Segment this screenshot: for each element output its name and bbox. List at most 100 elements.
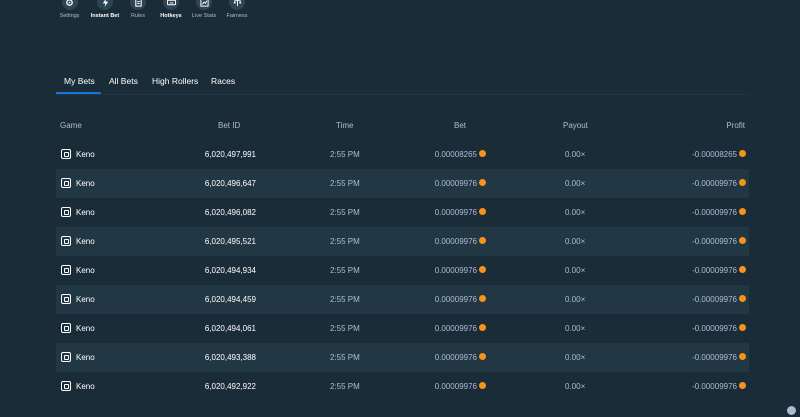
profit-cell: -0.00009976	[692, 266, 746, 275]
table-row[interactable]: Keno 6,020,496,082 2:55 PM 0.00009976 0.00× -…	[56, 198, 749, 227]
rules-icon	[130, 0, 146, 10]
game-cell[interactable]: Keno	[76, 237, 95, 246]
tab-races[interactable]: Races	[211, 76, 235, 86]
btc-coin-icon	[739, 179, 746, 187]
bet-id-cell[interactable]: 6,020,494,061	[205, 324, 256, 333]
keno-icon	[61, 381, 71, 391]
keno-icon	[61, 294, 71, 304]
btc-coin-icon	[739, 382, 746, 390]
time-cell: 2:55 PM	[330, 150, 360, 159]
bet-cell: 0.00009976	[435, 237, 486, 246]
table-row[interactable]: Keno 6,020,494,061 2:55 PM 0.00009976 0.00× -…	[56, 314, 749, 343]
bet-cell: 0.00009976	[435, 324, 486, 333]
btc-coin-icon	[479, 324, 486, 332]
bet-cell: 0.00008265	[435, 150, 486, 159]
btc-coin-icon	[739, 295, 746, 303]
payout-cell: 0.00×	[565, 237, 586, 246]
btc-coin-icon	[739, 324, 746, 332]
table-row[interactable]: Keno 6,020,492,922 2:55 PM 0.00009976 0.00× -…	[56, 372, 749, 401]
bet-amount: 0.00009976	[434, 237, 477, 246]
bet-cell: 0.00009976	[435, 382, 486, 391]
table-row[interactable]: Keno 6,020,493,388 2:55 PM 0.00009976 0.00× -…	[56, 343, 749, 372]
profit-amount: -0.00009976	[692, 295, 737, 304]
btc-coin-icon	[479, 150, 486, 158]
bet-id-cell[interactable]: 6,020,495,521	[205, 237, 256, 246]
bet-amount: 0.00009976	[434, 266, 477, 275]
bet-id-cell[interactable]: 6,020,492,922	[205, 382, 256, 391]
bet-id-cell[interactable]: 6,020,494,459	[205, 295, 256, 304]
fairness-button[interactable]: Fairness	[221, 0, 253, 19]
keno-icon	[61, 207, 71, 217]
tab-high-rollers[interactable]: High Rollers	[152, 76, 198, 86]
time-cell: 2:55 PM	[330, 353, 360, 362]
game-cell[interactable]: Keno	[76, 266, 95, 275]
column-header-bet-id: Bet ID	[218, 121, 241, 130]
table-row[interactable]: Keno 6,020,497,991 2:55 PM 0.00008265 0.00× -…	[56, 140, 749, 169]
game-footer-toolbar: Settings Instant Bet Rules Hotkeys Live …	[56, 0, 254, 19]
settings-label: Settings	[59, 13, 80, 19]
bet-id-cell[interactable]: 6,020,494,934	[205, 266, 256, 275]
column-header-bet: Bet	[454, 121, 467, 130]
payout-cell: 0.00×	[565, 208, 586, 217]
game-cell[interactable]: Keno	[76, 353, 95, 362]
game-cell[interactable]: Keno	[76, 324, 95, 333]
bet-id-cell[interactable]: 6,020,496,647	[205, 179, 256, 188]
bets-table: Game Bet ID Time Bet Payout Profit Keno 6…	[56, 110, 749, 401]
game-cell[interactable]: Keno	[76, 382, 95, 391]
bet-cell: 0.00009976	[435, 295, 486, 304]
payout-cell: 0.00×	[565, 324, 586, 333]
table-row[interactable]: Keno 6,020,496,647 2:55 PM 0.00009976 0.00× -…	[56, 169, 749, 198]
game-cell[interactable]: Keno	[76, 150, 95, 159]
keno-icon	[61, 178, 71, 188]
table-row[interactable]: Keno 6,020,494,459 2:55 PM 0.00009976 0.00× -…	[56, 285, 749, 314]
profit-amount: -0.00008265	[692, 150, 737, 159]
live-stats-label: Live Stats	[191, 13, 217, 19]
bet-amount: 0.00009976	[434, 353, 477, 362]
payout-cell: 0.00×	[565, 382, 586, 391]
game-cell[interactable]: Keno	[76, 295, 95, 304]
bet-amount: 0.00009976	[434, 382, 477, 391]
keno-icon	[61, 149, 71, 159]
time-cell: 2:55 PM	[330, 324, 360, 333]
btc-coin-icon	[739, 208, 746, 216]
game-cell[interactable]: Keno	[76, 179, 95, 188]
keno-icon	[61, 265, 71, 275]
table-row[interactable]: Keno 6,020,495,521 2:55 PM 0.00009976 0.00× -…	[56, 227, 749, 256]
time-cell: 2:55 PM	[330, 295, 360, 304]
hotkeys-button[interactable]: Hotkeys	[155, 0, 187, 19]
bet-id-cell[interactable]: 6,020,497,991	[205, 150, 256, 159]
rules-button[interactable]: Rules	[122, 0, 154, 19]
keno-icon	[61, 323, 71, 333]
time-cell: 2:55 PM	[330, 382, 360, 391]
bets-tabs: My Bets All Bets High Rollers Races	[56, 71, 749, 95]
chat-icon[interactable]	[787, 406, 796, 415]
bet-id-cell[interactable]: 6,020,493,388	[205, 353, 256, 362]
live-stats-button[interactable]: Live Stats	[188, 0, 220, 19]
tab-my-bets[interactable]: My Bets	[64, 76, 95, 86]
bet-id-cell[interactable]: 6,020,496,082	[205, 208, 256, 217]
profit-cell: -0.00009976	[692, 382, 746, 391]
profit-amount: -0.00009976	[692, 353, 737, 362]
active-tab-indicator	[56, 92, 101, 94]
profit-cell: -0.00009976	[692, 179, 746, 188]
profit-amount: -0.00009976	[692, 237, 737, 246]
game-cell[interactable]: Keno	[76, 208, 95, 217]
fairness-icon	[229, 0, 245, 10]
btc-coin-icon	[479, 179, 486, 187]
stats-icon	[196, 0, 212, 10]
profit-cell: -0.00009976	[692, 208, 746, 217]
profit-cell: -0.00009976	[692, 324, 746, 333]
bet-cell: 0.00009976	[435, 208, 486, 217]
tab-all-bets[interactable]: All Bets	[109, 76, 138, 86]
table-row[interactable]: Keno 6,020,494,934 2:55 PM 0.00009976 0.00× -…	[56, 256, 749, 285]
profit-cell: -0.00008265	[692, 150, 746, 159]
bet-amount: 0.00009976	[434, 324, 477, 333]
payout-cell: 0.00×	[565, 150, 586, 159]
keno-icon	[61, 352, 71, 362]
settings-button[interactable]: Settings	[56, 0, 83, 19]
instant-bet-button[interactable]: Instant Bet	[89, 0, 121, 19]
btc-coin-icon	[479, 208, 486, 216]
instant-bet-label: Instant Bet	[90, 13, 120, 19]
profit-amount: -0.00009976	[692, 179, 737, 188]
rules-label: Rules	[130, 13, 146, 19]
